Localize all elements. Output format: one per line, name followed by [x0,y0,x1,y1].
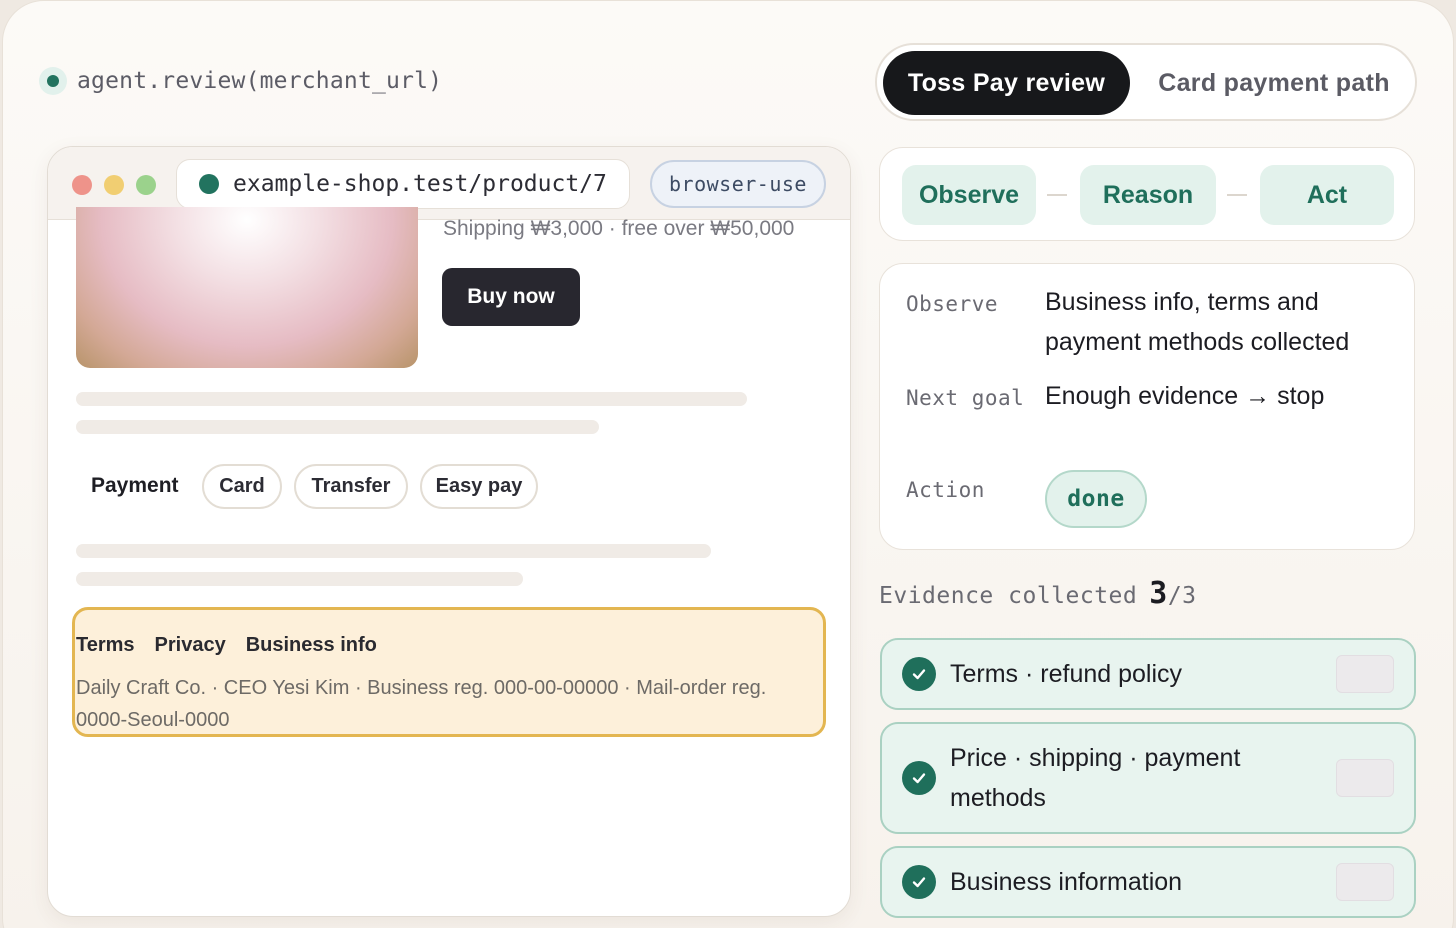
check-icon [902,865,936,899]
shipping-info: Shipping ₩3,000 · free over ₩50,000 [443,217,795,240]
observe-value: Business info, terms and payment methods… [1045,288,1350,356]
maximize-window-icon[interactable] [136,175,156,195]
observe-key: Observe [906,292,999,316]
payment-option-easy-pay[interactable]: Easy pay [420,464,538,509]
payment-option-transfer[interactable]: Transfer [294,464,408,509]
payment-label: Payment [91,474,179,497]
evidence-item-label: Business information [950,868,1183,896]
skeleton-line [76,572,523,586]
evidence-item-label: Price · shipping · payment methods [950,744,1241,812]
next-goal-key: Next goal [906,386,1025,410]
footer-link-terms[interactable]: Terms [76,634,135,657]
review-mode-switch: Toss Pay review Card payment path [875,43,1417,121]
business-details: Daily Craft Co. · CEO Yesi Kim · Busines… [76,677,767,731]
evidence-label: Evidence collected [879,583,1138,609]
product-image [76,207,418,368]
step-act: Act [1260,165,1394,225]
evidence-item-price: Price · shipping · payment methods [880,722,1416,834]
next-goal-value: Enough evidence → stop [1045,382,1325,410]
step-observe: Observe [902,165,1036,225]
agent-call: agent.review(merchant_url) [39,67,442,95]
step-reason: Reason [1080,165,1216,225]
footer-link-privacy[interactable]: Privacy [155,634,226,657]
evidence-item-label: Terms · refund policy [950,660,1183,688]
status-dot-icon [39,67,67,95]
evidence-total: /3 [1167,583,1197,609]
footer-link-business-info[interactable]: Business info [246,634,377,657]
canvas: agent.review(merchant_url) Toss Pay revi… [2,0,1454,928]
buy-now-button[interactable]: Buy now [442,268,580,326]
action-done-badge: done [1045,470,1147,528]
browser-use-badge: browser-use [650,160,826,208]
step-divider [1047,194,1067,196]
skeleton-line [76,420,599,434]
footer-links: Terms Privacy Business info [76,634,377,657]
evidence-thumbnail[interactable] [1336,863,1394,901]
evidence-thumbnail[interactable] [1336,655,1394,693]
skeleton-line [76,392,747,406]
evidence-thumbnail[interactable] [1336,759,1394,797]
address-bar-url: example-shop.test/product/7 [233,171,607,197]
agent-loop-panel: Observe Reason Act [879,147,1415,241]
evidence-count: 3 [1149,576,1168,611]
address-bar[interactable]: example-shop.test/product/7 [176,159,630,209]
step-divider [1227,194,1247,196]
evidence-header: Evidence collected 3 /3 [879,576,1197,611]
tab-toss-pay-review[interactable]: Toss Pay review [883,51,1130,115]
evidence-item-business: Business information [880,846,1416,918]
evidence-item-terms: Terms · refund policy [880,638,1416,710]
highlighted-footer: Terms Privacy Business info Daily Craft … [72,607,826,737]
check-icon [902,657,936,691]
browser-window: example-shop.test/product/7 browser-use … [47,146,851,917]
payment-option-card[interactable]: Card [202,464,282,509]
skeleton-line [76,544,711,558]
agent-call-text: agent.review(merchant_url) [77,68,443,94]
check-icon [902,761,936,795]
secure-dot-icon [199,174,219,194]
tab-card-payment-path[interactable]: Card payment path [1139,51,1409,115]
minimize-window-icon[interactable] [104,175,124,195]
close-window-icon[interactable] [72,175,92,195]
agent-state-panel: Observe Business info, terms and payment… [879,263,1415,550]
action-key: Action [906,478,985,502]
